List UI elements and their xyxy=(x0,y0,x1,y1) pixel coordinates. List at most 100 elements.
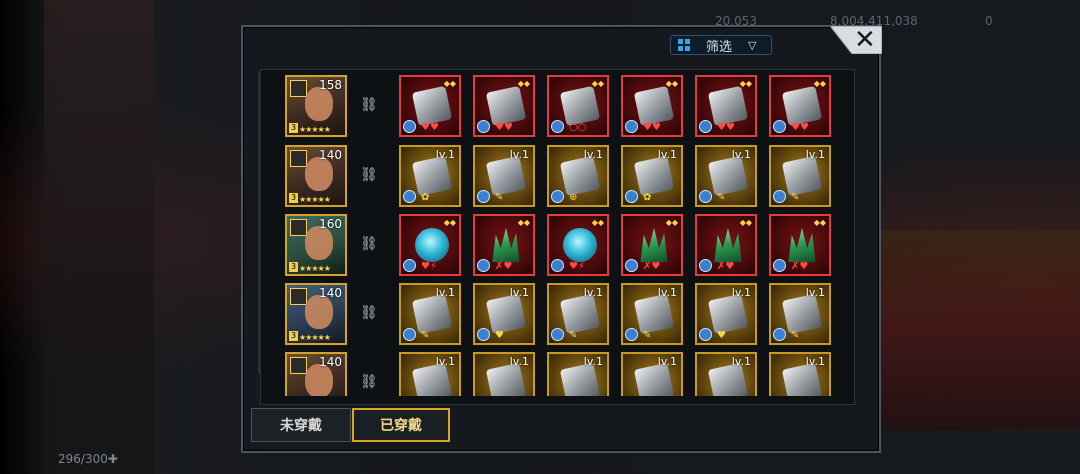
slot-type-icon xyxy=(773,259,786,272)
equipment-slot[interactable]: ◆◆ ✗♥ xyxy=(621,214,683,276)
equipment-slot[interactable]: ◆◆ ♥♥ xyxy=(473,75,535,137)
equipment-level: lv.1 xyxy=(583,148,603,161)
slot-type-icon xyxy=(477,259,490,272)
hero-portrait[interactable]: 1403★★★★★ xyxy=(285,145,347,207)
slot-type-icon xyxy=(403,328,416,341)
equipment-slot[interactable]: lv.1 ✎ xyxy=(769,283,831,345)
substat-icons: ✎ xyxy=(791,192,800,203)
substat-icons: ♥♥ xyxy=(643,122,661,133)
hero-portrait[interactable]: 1403★★★★★ xyxy=(285,283,347,345)
rank-badge: 3 xyxy=(289,123,298,133)
equipment-slot[interactable]: lv.1 xyxy=(695,352,757,396)
equipment-slot[interactable]: lv.1 ✎ xyxy=(399,283,461,345)
equipment-level: lv.1 xyxy=(509,148,529,161)
link-icon[interactable]: ⛓ xyxy=(360,374,378,390)
equipment-slot[interactable]: lv.1 ✎ xyxy=(695,145,757,207)
equipment-slot[interactable]: ◆◆ ♥♥ xyxy=(695,75,757,137)
equipment-slot[interactable]: ◆◆ ✗♥ xyxy=(769,214,831,276)
equipment-level: lv.1 xyxy=(657,148,677,161)
equipment-slot[interactable]: lv.1 xyxy=(547,352,609,396)
hero-portrait[interactable]: 158 3 ★★★★★ xyxy=(285,75,347,137)
hero-face xyxy=(305,157,333,191)
equipment-slot[interactable]: lv.1 xyxy=(399,352,461,396)
equipment-slot[interactable]: lv.1 xyxy=(769,352,831,396)
link-icon[interactable]: ⛓ xyxy=(360,97,378,113)
equipment-level: lv.1 xyxy=(805,286,825,299)
close-icon: ✕ xyxy=(854,25,876,55)
slot-type-icon xyxy=(403,259,416,272)
equipment-slot[interactable]: lv.1 ✎ xyxy=(547,283,609,345)
scrollbar[interactable] xyxy=(258,72,261,374)
equipment-slot[interactable]: ◆◆ ♥⚡ xyxy=(547,214,609,276)
quality-pips: ◆◆ xyxy=(813,218,826,227)
quality-pips: ◆◆ xyxy=(443,218,456,227)
equipment-slot[interactable]: lv.1 ✎ xyxy=(621,283,683,345)
equipment-slot[interactable]: lv.1 ✎ xyxy=(473,145,535,207)
slot-type-icon xyxy=(477,190,490,203)
tab-unequipped[interactable]: 未穿戴 xyxy=(251,408,351,442)
hammer-icon xyxy=(707,293,749,335)
equipment-level: lv.1 xyxy=(435,148,455,161)
equipment-slot[interactable]: lv.1 ⊕ xyxy=(547,145,609,207)
link-icon[interactable]: ⛓ xyxy=(360,167,378,183)
equipment-slot[interactable]: ◆◆ ♥♥ xyxy=(399,75,461,137)
quality-pips: ◆◆ xyxy=(591,218,604,227)
slot-type-icon xyxy=(699,120,712,133)
equipment-slot[interactable]: ◆◆ ✗♥ xyxy=(695,214,757,276)
substat-icons: ✿ xyxy=(643,192,652,203)
crystal-icon xyxy=(640,228,668,262)
link-icon[interactable]: ⛓ xyxy=(360,305,378,321)
equipment-level: lv.1 xyxy=(583,355,603,368)
equipment-level: lv.1 xyxy=(731,355,751,368)
hero-row: 160 3 ★★★★★ ⛓ ◆◆ ♥⚡ ◆◆ ✗♥ ◆◆ ♥⚡ ◆◆ ✗♥ ◆◆ ✗♥ ◆◆ ✗♥ xyxy=(285,214,845,276)
substat-icons: ♥♥ xyxy=(791,122,809,133)
equipment-level: lv.1 xyxy=(805,148,825,161)
equipment-slot[interactable]: lv.1 ✎ xyxy=(769,145,831,207)
tab-equipped[interactable]: 已穿戴 xyxy=(352,408,450,442)
equipment-slot[interactable]: lv.1 xyxy=(621,352,683,396)
slot-type-icon xyxy=(551,259,564,272)
equipment-slot[interactable]: lv.1 ♥ xyxy=(473,283,535,345)
link-icon[interactable]: ⛓ xyxy=(360,236,378,252)
star-rating: ★★★★★ xyxy=(299,195,331,204)
quality-pips: ◆◆ xyxy=(665,79,678,88)
equipment-slot[interactable]: lv.1 ♥ xyxy=(695,283,757,345)
equipment-slot[interactable]: ◆◆ ♥♥ xyxy=(621,75,683,137)
rank-badge: 3 xyxy=(289,331,298,341)
equipment-level: lv.1 xyxy=(509,355,529,368)
equipment-slot[interactable]: lv.1 ✿ xyxy=(621,145,683,207)
background-hero-list xyxy=(44,0,154,474)
substat-icons: ✎ xyxy=(791,330,800,341)
equipment-slot[interactable]: ◆◆ ○○ xyxy=(547,75,609,137)
equipment-level: lv.1 xyxy=(435,355,455,368)
slot-type-icon xyxy=(477,120,490,133)
background-right-panel xyxy=(880,230,1080,430)
equipment-slot[interactable]: ◆◆ ♥♥ xyxy=(769,75,831,137)
class-icon xyxy=(290,357,307,374)
hero-portrait[interactable]: 160 3 ★★★★★ xyxy=(285,214,347,276)
class-icon xyxy=(290,80,307,97)
filter-button[interactable]: 筛选 ▽ xyxy=(670,35,772,55)
hero-row: 1403★★★★★ ⛓ lv.1 lv.1 lv.1 lv.1 lv.1 lv.1 xyxy=(285,352,845,396)
equipment-slot[interactable]: ◆◆ ✗♥ xyxy=(473,214,535,276)
close-button[interactable]: ✕ xyxy=(828,25,883,55)
equipment-slot[interactable]: lv.1 ✿ xyxy=(399,145,461,207)
equipment-slot[interactable]: ◆◆ ♥⚡ xyxy=(399,214,461,276)
quality-pips: ◆◆ xyxy=(665,218,678,227)
substat-icons: ✿ xyxy=(421,192,430,203)
orb-icon xyxy=(415,228,449,262)
hero-level: 140 xyxy=(319,148,342,162)
slot-type-icon xyxy=(625,259,638,272)
quality-pips: ◆◆ xyxy=(591,79,604,88)
crystal-icon xyxy=(714,228,742,262)
hero-portrait[interactable]: 1403★★★★★ xyxy=(285,352,347,396)
substat-icons: ✎ xyxy=(421,330,430,341)
star-rating: ★★★★★ xyxy=(299,333,331,342)
hammer-icon xyxy=(485,155,527,197)
equipment-slot[interactable]: lv.1 xyxy=(473,352,535,396)
slot-type-icon xyxy=(551,120,564,133)
substat-icons: ♥♥ xyxy=(495,122,513,133)
substat-icons: ✗♥ xyxy=(495,261,513,272)
hammer-icon xyxy=(411,155,453,197)
substat-icons: ✗♥ xyxy=(643,261,661,272)
